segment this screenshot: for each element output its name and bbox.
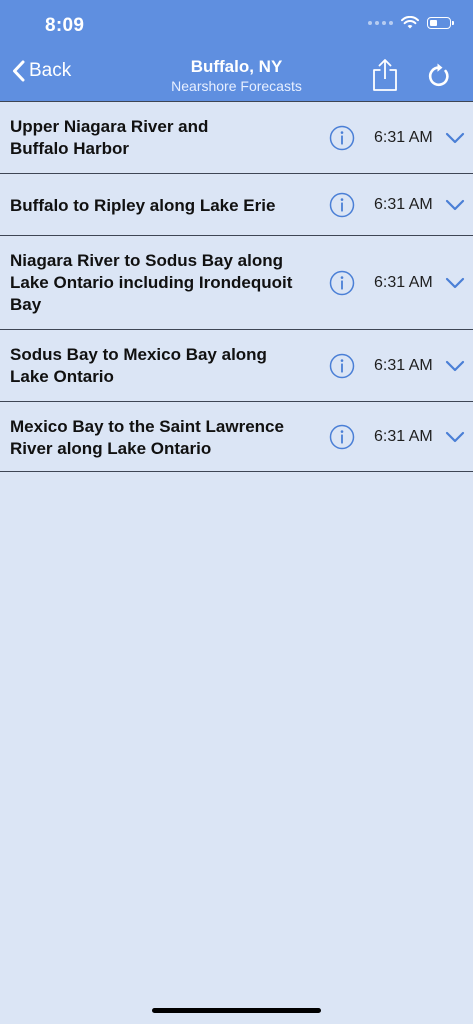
page-subtitle: Nearshore Forecasts	[171, 78, 302, 94]
forecast-row[interactable]: Mexico Bay to the Saint Lawrence River al…	[0, 401, 473, 471]
page-title: Buffalo, NY	[190, 57, 283, 76]
forecast-zone-title-line: Upper Niagara River and	[10, 117, 209, 136]
list-end-divider	[0, 471, 473, 472]
chevron-down-icon[interactable]	[445, 199, 465, 211]
forecast-issue-time: 6:31 AM	[374, 428, 433, 445]
forecast-zone-title-line: Buffalo Harbor	[10, 139, 129, 158]
status-icons	[368, 16, 454, 30]
forecast-zone-title-line: River along Lake Ontario	[10, 439, 212, 458]
forecast-list: Upper Niagara River and Buffalo Harbor 6:3…	[0, 101, 473, 472]
forecast-zone-title-line: Buffalo to Ripley along Lake Erie	[10, 196, 276, 215]
forecast-zone-title-line: Lake Ontario including Irondequoit	[10, 273, 293, 292]
forecast-issue-time: 6:31 AM	[374, 129, 433, 146]
forecast-zone-title-line: Niagara River to Sodus Bay along	[10, 251, 284, 270]
info-circle-icon[interactable]	[329, 270, 355, 296]
forecast-issue-time: 6:31 AM	[374, 274, 433, 291]
forecast-zone-title: Mexico Bay to the Saint Lawrence River al…	[10, 416, 320, 460]
info-circle-icon[interactable]	[329, 125, 355, 151]
forecast-row[interactable]: Buffalo to Ripley along Lake Erie 6:31 AM	[0, 173, 473, 235]
nav-title: Buffalo, NY Nearshore Forecasts	[0, 57, 473, 95]
chevron-down-icon[interactable]	[445, 431, 465, 443]
forecast-issue-time: 6:31 AM	[374, 357, 433, 374]
refresh-button[interactable]	[427, 62, 451, 93]
wifi-icon	[401, 16, 419, 29]
info-circle-icon[interactable]	[329, 353, 355, 379]
forecast-zone-title-line: Lake Ontario	[10, 367, 114, 386]
forecast-row[interactable]: Upper Niagara River and Buffalo Harbor 6:3…	[0, 101, 473, 173]
cellular-signal-icon	[368, 21, 393, 25]
chevron-down-icon[interactable]	[445, 360, 465, 372]
forecast-zone-title: Niagara River to Sodus Bay along Lake Ont…	[10, 250, 320, 316]
status-time: 8:09	[45, 15, 85, 36]
top-bar: 8:09 Back Buffalo, NY Nearshore Forecast…	[0, 0, 473, 101]
share-icon	[373, 59, 397, 91]
forecast-zone-title-line: Bay	[10, 295, 42, 314]
forecast-issue-time: 6:31 AM	[374, 196, 433, 213]
forecast-zone-title: Sodus Bay to Mexico Bay along Lake Ontari…	[10, 344, 320, 388]
home-indicator[interactable]	[152, 1008, 321, 1013]
forecast-zone-title-line: Mexico Bay to the Saint Lawrence	[10, 417, 284, 436]
info-circle-icon[interactable]	[329, 424, 355, 450]
battery-icon	[427, 17, 454, 29]
forecast-zone-title: Buffalo to Ripley along Lake Erie	[10, 195, 320, 217]
forecast-zone-title-line: Sodus Bay to Mexico Bay along	[10, 345, 267, 364]
info-circle-icon[interactable]	[329, 192, 355, 218]
forecast-row[interactable]: Sodus Bay to Mexico Bay along Lake Ontari…	[0, 329, 473, 401]
refresh-icon	[428, 63, 449, 87]
forecast-zone-title: Upper Niagara River and Buffalo Harbor	[10, 116, 320, 160]
chevron-down-icon[interactable]	[445, 132, 465, 144]
app-screen: 8:09 Back Buffalo, NY Nearshore Forecast…	[0, 0, 473, 1024]
forecast-row[interactable]: Niagara River to Sodus Bay along Lake Ont…	[0, 235, 473, 329]
share-button[interactable]	[372, 58, 398, 97]
chevron-down-icon[interactable]	[445, 277, 465, 289]
